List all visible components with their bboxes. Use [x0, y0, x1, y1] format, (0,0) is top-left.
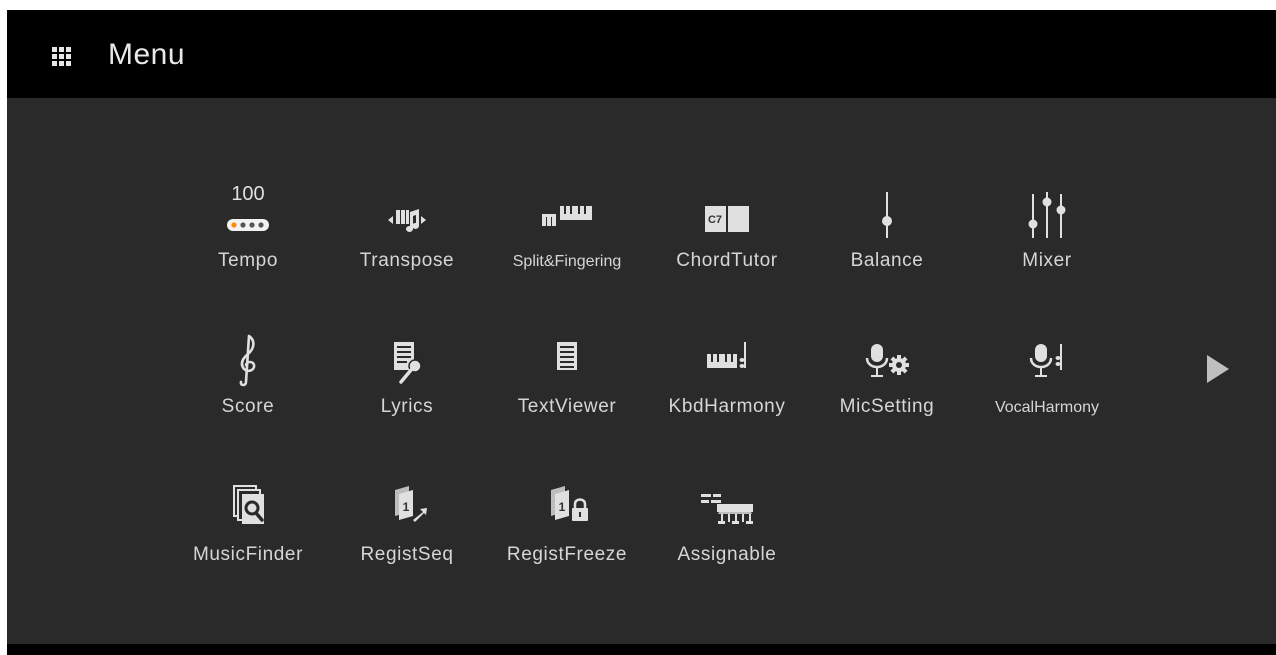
menu-item-mic-setting[interactable]: MicSetting [812, 328, 962, 438]
chord-tutor-icon-text: C7 [708, 214, 722, 226]
menu-item-kbd-harmony[interactable]: KbdHarmony [652, 328, 802, 438]
music-finder-icon [233, 485, 264, 524]
menu-item-label: RegistSeq [360, 544, 454, 565]
next-page-arrow-icon[interactable] [1207, 355, 1229, 383]
menu-item-assignable[interactable]: Assignable [652, 476, 802, 586]
menu-item-label: Balance [850, 250, 924, 271]
menu-item-split-fingering[interactable]: Split&Fingering [492, 182, 642, 292]
regist-seq-icon: 1 [395, 486, 427, 522]
score-icon [239, 334, 256, 387]
menu-item-label: RegistFreeze [506, 544, 628, 565]
menu-item-label: Transpose [359, 250, 455, 271]
menu-item-label: MicSetting [839, 396, 935, 417]
menu-item-mixer[interactable]: Mixer [972, 182, 1122, 292]
menu-item-label: Score [221, 396, 275, 417]
transpose-icon [388, 209, 426, 232]
menu-item-label: Assignable [677, 544, 777, 565]
assignable-icon [701, 494, 753, 524]
menu-item-label: Split&Fingering [512, 253, 622, 270]
mic-setting-icon [865, 344, 909, 377]
menu-item-lyrics[interactable]: Lyrics [332, 328, 482, 438]
mixer-icon [1028, 192, 1066, 238]
kbd-harmony-icon [707, 342, 746, 368]
menu-item-score[interactable]: Score [173, 328, 323, 438]
menu-item-label: KbdHarmony [668, 396, 786, 417]
menu-item-label: Tempo [217, 250, 279, 271]
menu-screen: Menu 100 Tempo Transpose Split&Fingering… [7, 10, 1276, 655]
menu-item-label: MusicFinder [192, 544, 304, 565]
menu-item-chord-tutor[interactable]: C7 ChordTutor [652, 182, 802, 292]
menu-item-label: ChordTutor [676, 250, 778, 271]
menu-item-music-finder[interactable]: MusicFinder [173, 476, 323, 586]
regist-freeze-icon: 1 [551, 486, 588, 521]
menu-item-transpose[interactable]: Transpose [332, 182, 482, 292]
regist-freeze-icon-text: 1 [559, 500, 566, 514]
menu-item-tempo[interactable]: 100 Tempo [173, 182, 323, 292]
tempo-icon: 100 [227, 183, 269, 231]
tempo-value: 100 [231, 183, 264, 205]
balance-icon [882, 192, 892, 238]
page-title: Menu [108, 38, 186, 71]
menu-item-label: Mixer [1022, 250, 1072, 271]
bottom-bar [7, 644, 1276, 655]
menu-item-vocal-harmony[interactable]: VocalHarmony [972, 328, 1122, 438]
menu-item-label: Lyrics [380, 396, 434, 417]
menu-item-label: TextViewer [517, 396, 617, 417]
split-fingering-icon [542, 206, 592, 226]
text-viewer-icon [557, 342, 577, 370]
vocal-harmony-icon [1029, 344, 1062, 377]
menu-item-label: VocalHarmony [994, 399, 1100, 416]
menu-item-regist-seq[interactable]: 1 RegistSeq [332, 476, 482, 586]
lyrics-icon [394, 342, 422, 384]
menu-grid-icon[interactable] [52, 47, 72, 67]
chord-tutor-icon: C7 [705, 206, 749, 232]
menu-item-regist-freeze[interactable]: 1 RegistFreeze [492, 476, 642, 586]
menu-item-text-viewer[interactable]: TextViewer [492, 328, 642, 438]
title-bar: Menu [7, 10, 1276, 98]
regist-seq-icon-text: 1 [403, 500, 410, 514]
menu-item-balance[interactable]: Balance [812, 182, 962, 292]
